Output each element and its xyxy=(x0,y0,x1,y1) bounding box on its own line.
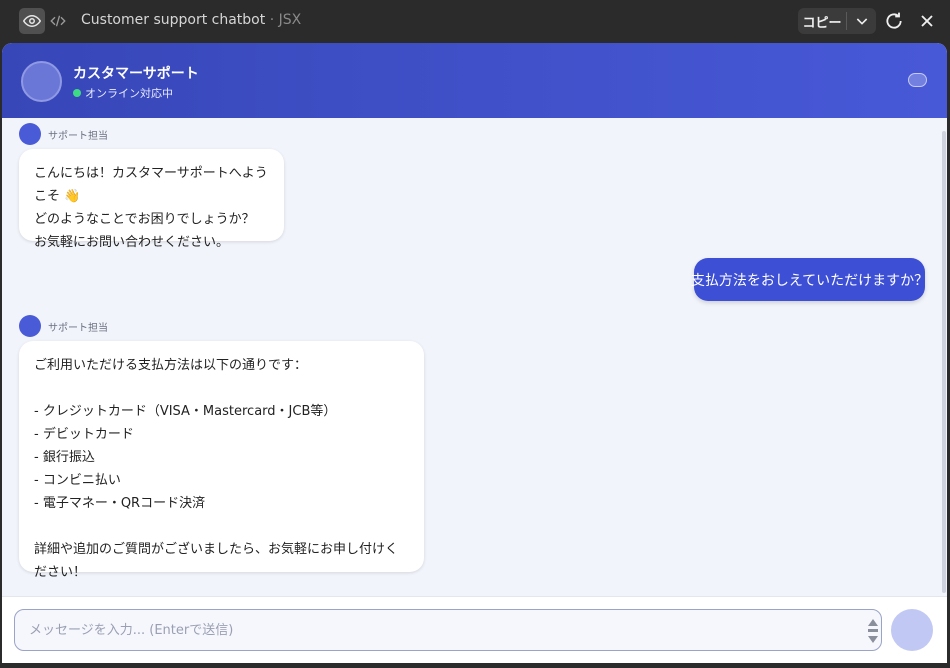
artifact-title: Customer support chatbot · JSX xyxy=(81,12,301,28)
message-scrollbar[interactable] xyxy=(942,131,946,593)
message-input[interactable] xyxy=(14,609,882,651)
support-name: カスタマーサポート xyxy=(73,66,199,82)
message-input-bar xyxy=(2,596,947,663)
online-status: オンライン対応中 xyxy=(73,85,173,101)
bot-message-bubble: こんにちは！カスタマーサポートへようこそ 👋 どのようなことでお困りでしょうか？… xyxy=(19,149,284,250)
code-icon xyxy=(50,15,66,27)
sender-name: サポート担当 xyxy=(48,322,108,334)
bot-message-bubble: ご利用いただける支払方法は以下の通りです： - クレジットカード（VISA・Ma… xyxy=(19,341,424,580)
message-list: サポート担当 こんにちは！カスタマーサポートへようこそ 👋 どのようなことでお困… xyxy=(2,118,947,596)
close-icon xyxy=(921,15,933,27)
header-toggle-switch[interactable] xyxy=(908,73,927,87)
app-toolbar: Customer support chatbot · JSX コピー xyxy=(0,0,950,42)
artifact-file-type: JSX xyxy=(278,12,302,28)
bot-avatar xyxy=(19,315,41,337)
message-sender-row: サポート担当 xyxy=(19,315,108,337)
copy-options-button[interactable] xyxy=(847,13,876,29)
copy-button-group: コピー xyxy=(798,8,876,34)
send-button[interactable] xyxy=(891,609,933,651)
sender-name: サポート担当 xyxy=(48,130,108,142)
online-status-dot xyxy=(73,89,81,97)
view-mode-toggle xyxy=(19,8,73,34)
bot-avatar xyxy=(19,123,41,145)
preview-mode-button[interactable] xyxy=(19,8,45,34)
eye-icon xyxy=(23,14,41,28)
title-separator: · xyxy=(265,12,279,28)
refresh-button[interactable] xyxy=(884,11,904,31)
code-mode-button[interactable] xyxy=(45,8,71,34)
copy-button[interactable]: コピー xyxy=(798,12,846,31)
refresh-icon xyxy=(886,12,902,29)
close-button[interactable] xyxy=(917,11,937,31)
chevron-down-icon xyxy=(856,18,867,25)
resize-arrows-icon xyxy=(868,619,878,643)
chat-window: カスタマーサポート オンライン対応中 サポート担当 こんにちは！カスタマーサポー… xyxy=(2,43,947,663)
user-message-bubble: 支払方法をおしえていただけますか？ xyxy=(691,258,928,301)
artifact-name: Customer support chatbot xyxy=(81,12,266,28)
support-avatar xyxy=(21,61,62,102)
online-status-text: オンライン対応中 xyxy=(85,87,173,100)
chat-header: カスタマーサポート オンライン対応中 xyxy=(2,43,947,118)
message-sender-row: サポート担当 xyxy=(19,123,108,145)
